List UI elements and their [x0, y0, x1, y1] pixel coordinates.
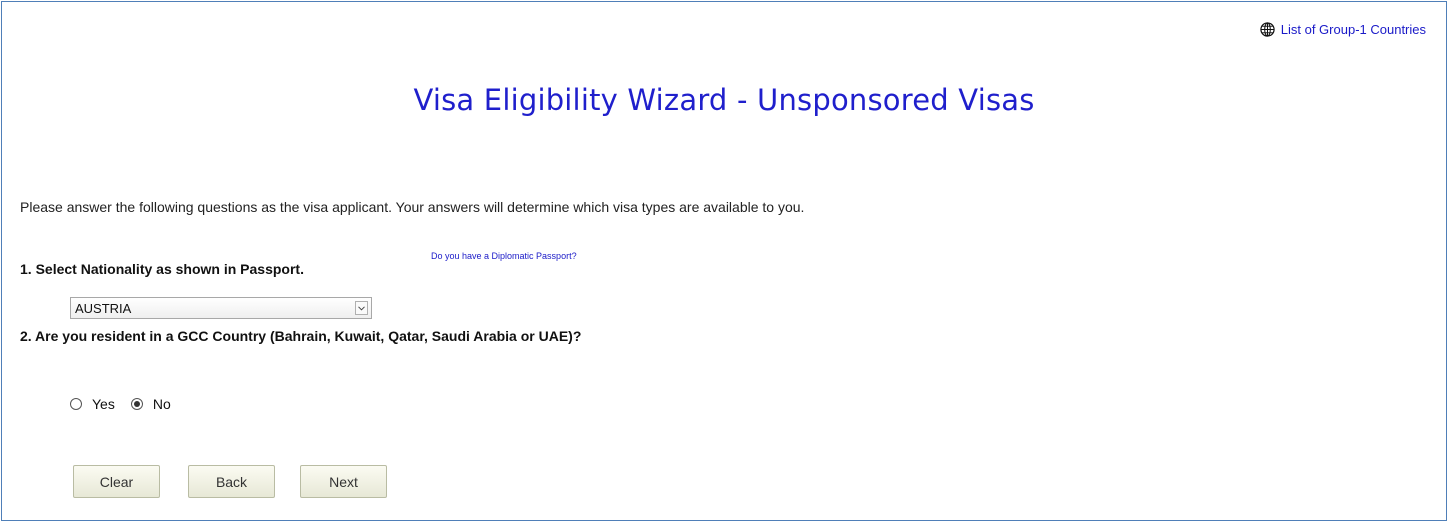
group1-countries-link[interactable]: List of Group-1 Countries: [1260, 22, 1426, 37]
radio-yes-label[interactable]: Yes: [92, 396, 115, 412]
intro-text: Please answer the following questions as…: [20, 199, 805, 215]
radio-yes[interactable]: Yes: [70, 396, 115, 412]
gcc-resident-radio-group: Yes No: [70, 396, 187, 412]
gcc-resident-question-label: 2. Are you resident in a GCC Country (Ba…: [20, 328, 582, 344]
globe-icon: [1260, 22, 1275, 37]
chevron-down-icon[interactable]: [355, 301, 368, 315]
next-button[interactable]: Next: [300, 465, 387, 498]
nationality-selected-value: AUSTRIA: [75, 300, 132, 316]
page-frame: List of Group-1 Countries Visa Eligibili…: [1, 1, 1447, 521]
diplomatic-passport-link[interactable]: Do you have a Diplomatic Passport?: [431, 251, 577, 261]
radio-no-circle[interactable]: [130, 398, 143, 410]
nationality-select[interactable]: AUSTRIA: [70, 297, 372, 319]
back-button[interactable]: Back: [188, 465, 275, 498]
radio-yes-circle[interactable]: [70, 398, 82, 410]
group1-countries-label[interactable]: List of Group-1 Countries: [1281, 22, 1426, 37]
clear-button[interactable]: Clear: [73, 465, 160, 498]
nationality-question-label: 1. Select Nationality as shown in Passpo…: [20, 261, 304, 277]
radio-no-label[interactable]: No: [153, 396, 171, 412]
page-title: Visa Eligibility Wizard - Unsponsored Vi…: [413, 83, 1035, 117]
radio-no[interactable]: No: [130, 396, 171, 412]
